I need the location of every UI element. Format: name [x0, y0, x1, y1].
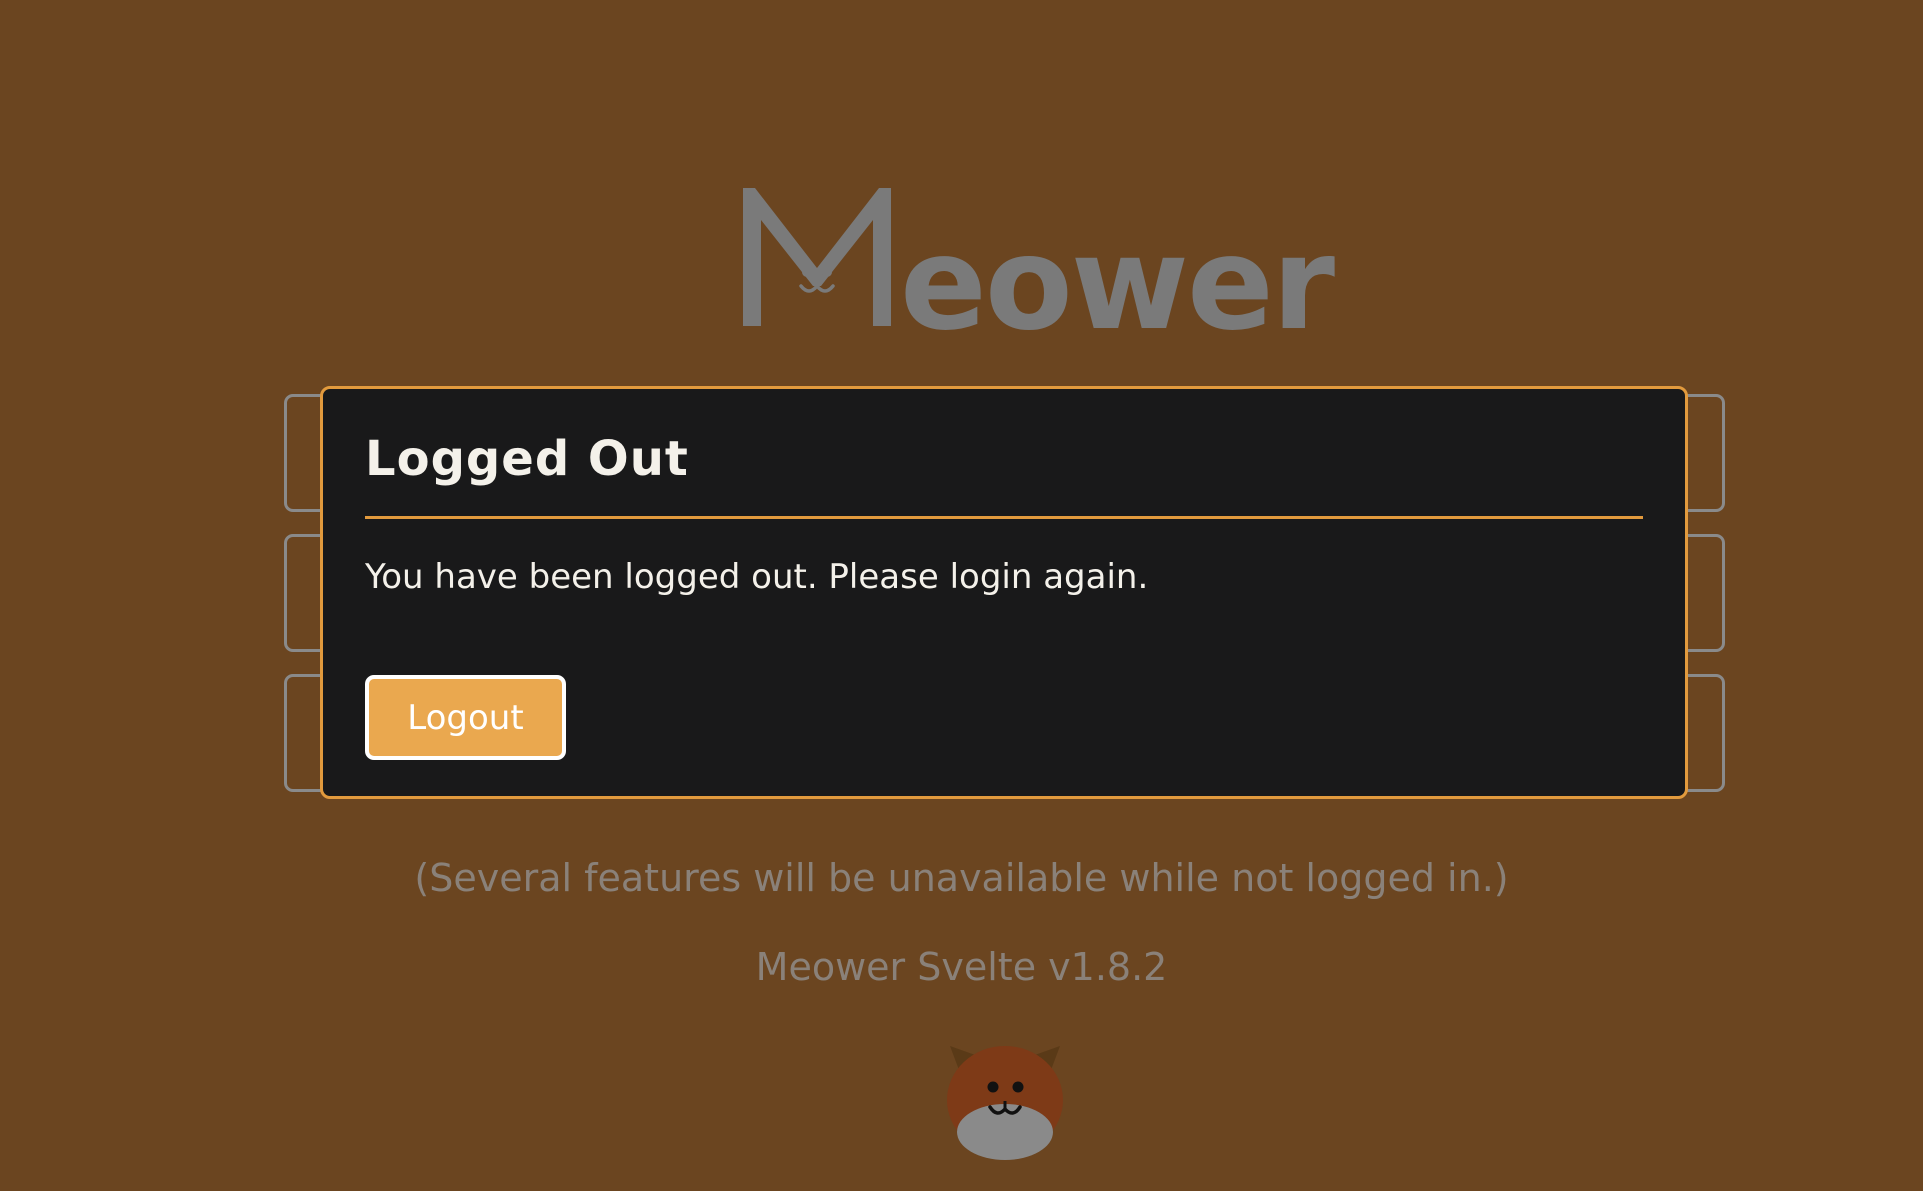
not-logged-in-notice: (Several features will be unavailable wh…: [414, 856, 1509, 900]
logout-button[interactable]: Logout: [365, 675, 566, 760]
meower-logo: eower: [735, 180, 1335, 350]
logo-wordmark: eower: [900, 210, 1335, 359]
modal-title: Logged Out: [365, 431, 689, 487]
modal-message: You have been logged out. Please login a…: [365, 557, 1149, 597]
mascot-icon: [940, 1038, 1070, 1168]
logo-m-cat-icon: [743, 188, 891, 326]
app-version: Meower Svelte v1.8.2: [755, 945, 1168, 989]
modal-divider: [365, 516, 1643, 519]
logged-out-modal: Logged Out You have been logged out. Ple…: [320, 386, 1688, 799]
